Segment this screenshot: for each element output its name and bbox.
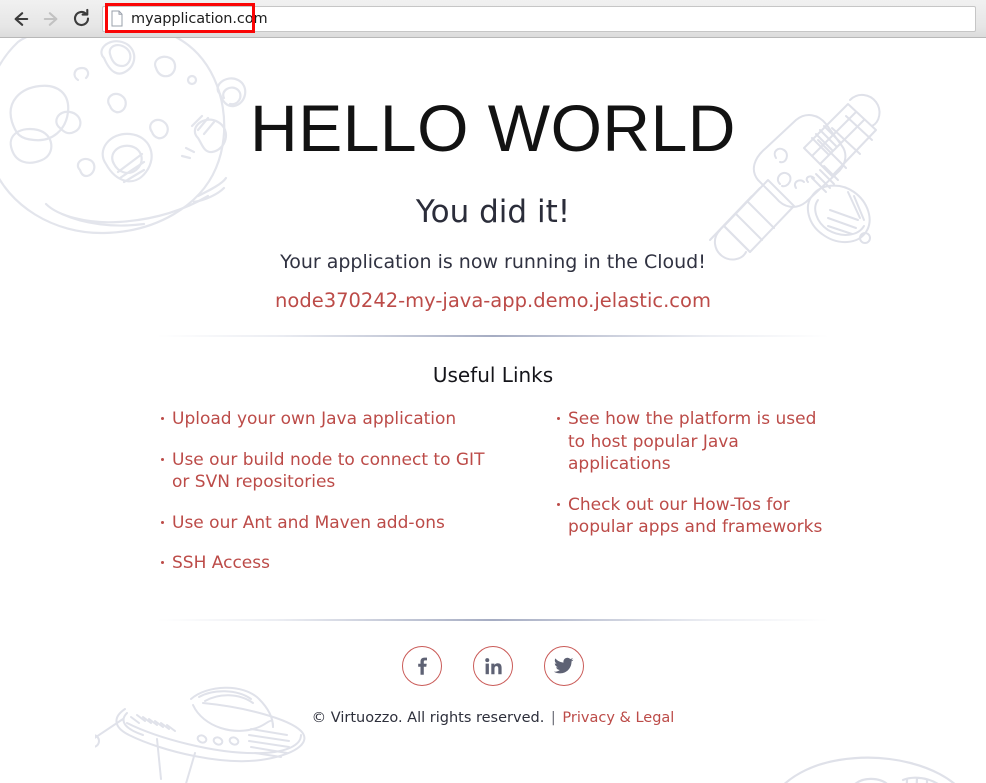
- useful-links-heading: Useful Links: [432, 363, 554, 388]
- page-viewport: HELLO WORLD You did it! Your application…: [0, 38, 986, 783]
- forward-button[interactable]: [36, 4, 66, 34]
- page-subtitle: You did it!: [415, 194, 571, 231]
- forward-arrow-icon: [43, 11, 58, 26]
- page-icon: [111, 10, 123, 27]
- link-upload-java-app[interactable]: Upload your own Java application: [172, 409, 456, 429]
- tagline-text: Your application is now running in the C…: [280, 251, 706, 274]
- page-content: HELLO WORLD You did it! Your application…: [0, 38, 986, 726]
- link-platform-host-java-apps[interactable]: See how the platform is used to host pop…: [568, 409, 816, 474]
- footer-copyright: © Virtuozzo. All rights reserved. | Priv…: [0, 686, 986, 726]
- social-link-linkedin[interactable]: [473, 646, 513, 687]
- useful-links-list-right: See how the platform is used to host pop…: [557, 408, 833, 538]
- list-item: Use our Ant and Maven add-ons: [161, 512, 493, 534]
- link-build-node-git-svn[interactable]: Use our build node to connect to GIT or …: [172, 450, 484, 492]
- back-button[interactable]: [6, 4, 36, 34]
- privacy-legal-link[interactable]: Privacy & Legal: [562, 710, 674, 726]
- list-item: Use our build node to connect to GIT or …: [161, 449, 493, 494]
- footer-separator: |: [550, 710, 556, 727]
- link-ssh-access[interactable]: SSH Access: [172, 553, 270, 573]
- reload-icon: [73, 8, 89, 27]
- address-bar[interactable]: myapplication.com: [102, 5, 976, 32]
- link-ant-maven-addons[interactable]: Use our Ant and Maven add-ons: [172, 513, 445, 533]
- link-how-tos-apps-frameworks[interactable]: Check out our How-Tos for popular apps a…: [568, 495, 822, 537]
- twitter-icon: [554, 658, 574, 674]
- linkedin-icon: [484, 658, 502, 675]
- social-link-twitter[interactable]: [544, 646, 584, 687]
- list-item: Check out our How-Tos for popular apps a…: [557, 494, 833, 539]
- page-title: HELLO WORLD: [250, 91, 736, 165]
- divider-bottom: [157, 619, 829, 622]
- social-links-row: [0, 646, 986, 687]
- reload-button[interactable]: [66, 4, 96, 34]
- social-link-facebook[interactable]: [402, 646, 442, 687]
- list-item: SSH Access: [161, 552, 493, 574]
- useful-links-column-left: Upload your own Java application Use our…: [153, 408, 493, 592]
- useful-links-columns: Upload your own Java application Use our…: [153, 408, 833, 592]
- url-text: myapplication.com: [131, 10, 268, 27]
- browser-toolbar: myapplication.com: [0, 0, 986, 38]
- omnibox[interactable]: myapplication.com: [102, 5, 976, 32]
- list-item: See how the platform is used to host pop…: [557, 408, 833, 475]
- planet-sketch-icon: [784, 756, 956, 783]
- host-url-link[interactable]: node370242-my-java-app.demo.jelastic.com: [275, 289, 711, 312]
- useful-links-list-left: Upload your own Java application Use our…: [161, 408, 493, 574]
- copyright-text: © Virtuozzo. All rights reserved.: [311, 710, 545, 727]
- back-arrow-icon: [14, 11, 29, 26]
- list-item: Upload your own Java application: [161, 408, 493, 430]
- facebook-icon: [417, 657, 427, 675]
- useful-links-column-right: See how the platform is used to host pop…: [493, 408, 833, 592]
